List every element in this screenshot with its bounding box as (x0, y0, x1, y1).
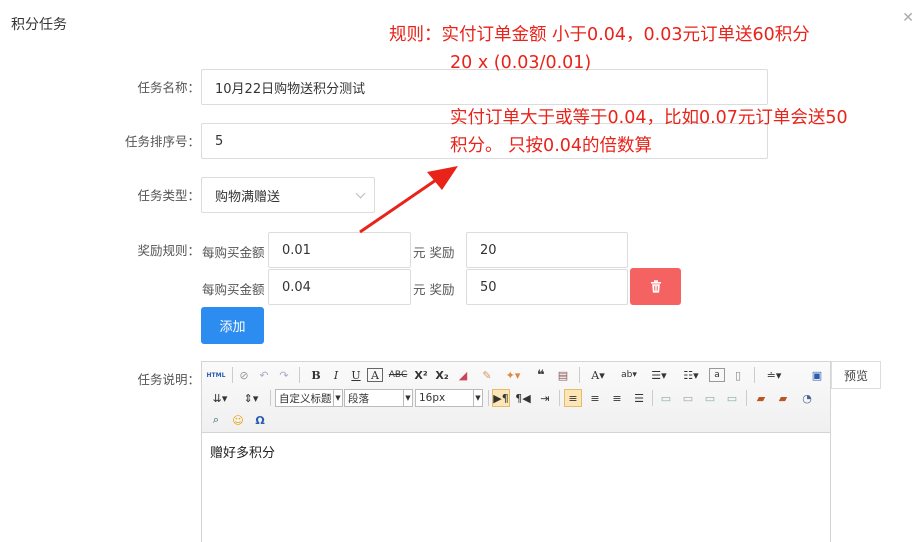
insert-image-icon[interactable]: ▰ (752, 389, 770, 407)
chevron-down-icon (355, 188, 366, 199)
font-color-icon[interactable]: A▾ (585, 366, 611, 384)
annotation-line-3: 实付订单大于或等于0.04，比如0.07元订单会送50 (450, 108, 848, 128)
rule-1-prefix: 每购买金额 (202, 245, 265, 260)
chevron-down-icon: ▼ (333, 390, 342, 406)
image-left-icon[interactable]: ▭ (679, 389, 697, 407)
link-icon[interactable]: ⊘ (235, 366, 253, 384)
line-height-icon[interactable]: ⇕▾ (237, 389, 265, 407)
align-center-icon[interactable]: ≡ (586, 389, 604, 407)
indent-icon[interactable]: ⇥ (536, 389, 554, 407)
editor-toolbar: HTML ⊘ ↶ ↷ B I U A ABC X² X₂ ◢ ✎ ✦▾ ❝ ▤ … (202, 362, 830, 433)
rule-2-amount-input[interactable]: 0.04 (268, 269, 411, 305)
ordered-list-icon[interactable]: ☰▾ (646, 366, 672, 384)
toolbar-divider (746, 390, 747, 406)
search-replace-icon[interactable]: ⌕ (207, 411, 225, 429)
annotation-line-2: 20 x (0.03/0.01) (450, 53, 592, 73)
image-none-icon[interactable]: ▭ (657, 389, 675, 407)
toolbar-divider (299, 367, 300, 383)
rule-1-amount-input[interactable]: 0.01 (268, 232, 411, 268)
rule-1-amount: 0.01 (282, 242, 311, 258)
rule-2-points: 50 (480, 279, 497, 295)
redo-icon[interactable]: ↷ (275, 366, 293, 384)
delete-rule-button[interactable] (630, 268, 681, 305)
rule-1-unit: 元 奖励 (413, 245, 455, 260)
task-name-value: 10月22日购物送积分测试 (215, 81, 366, 97)
emoticon-icon[interactable]: ☺ (229, 411, 247, 429)
auto-format-icon[interactable]: ✦▾ (500, 366, 526, 384)
toolbar-divider (652, 390, 653, 406)
superscript-icon[interactable]: X² (412, 366, 430, 384)
ltr-direction-icon[interactable]: ▶¶ (492, 389, 510, 407)
rule-1-points-input[interactable]: 20 (466, 232, 628, 268)
fullscreen-icon[interactable]: ▣ (808, 366, 826, 384)
annotation-line-4: 积分。 只按0.04的倍数算 (450, 136, 653, 156)
toolbar-divider (579, 367, 580, 383)
toolbar-divider (232, 367, 233, 383)
task-name-label: 任务名称： (137, 80, 200, 95)
paragraph-spacing-icon[interactable]: ⇊▾ (207, 389, 233, 407)
highlight-color-icon[interactable]: ab▾ (616, 366, 642, 384)
rule-1-points: 20 (480, 242, 497, 258)
blockquote-icon[interactable]: ❝ (532, 366, 550, 384)
rule-2-points-input[interactable]: 50 (466, 269, 628, 305)
chevron-down-icon: ▼ (403, 390, 412, 406)
add-rule-button[interactable]: 添加 (201, 307, 264, 344)
toolbar-divider (559, 390, 560, 406)
eraser-icon[interactable]: ◢ (454, 366, 472, 384)
undo-icon[interactable]: ↶ (255, 366, 273, 384)
row-spacing-icon[interactable]: ≐▾ (760, 366, 788, 384)
align-justify-icon[interactable]: ☰ (630, 389, 648, 407)
type-select[interactable]: 购物满赠送 (201, 177, 375, 213)
editor-content[interactable]: 赠好多积分 (210, 442, 275, 461)
toolbar-divider (270, 390, 271, 406)
reward-label: 奖励规则： (137, 243, 200, 258)
attachment-icon[interactable]: ◔ (798, 389, 816, 407)
desc-label: 任务说明： (137, 372, 200, 387)
heading-dropdown[interactable]: 自定义标题 ▼ (275, 389, 343, 407)
rule-2-amount: 0.04 (282, 279, 311, 295)
close-icon[interactable]: ✕ (902, 10, 914, 26)
paste-plain-icon[interactable]: ▤ (554, 366, 572, 384)
rich-text-editor[interactable]: HTML ⊘ ↶ ↷ B I U A ABC X² X₂ ◢ ✎ ✦▾ ❝ ▤ … (201, 361, 831, 542)
bold-icon[interactable]: B (308, 366, 324, 384)
multi-image-icon[interactable]: ▰ (774, 389, 792, 407)
type-label: 任务类型： (137, 188, 200, 203)
chevron-down-icon: ▼ (473, 390, 482, 406)
strikethrough-icon[interactable]: ABC (388, 366, 408, 384)
type-value: 购物满赠送 (215, 189, 281, 205)
dialog-title: 积分任务 (11, 17, 67, 33)
align-right-icon[interactable]: ≡ (608, 389, 626, 407)
rule-2-unit: 元 奖励 (413, 282, 455, 297)
heading-dropdown-value: 自定义标题 (279, 392, 332, 405)
border-text-icon[interactable]: A (367, 368, 383, 382)
image-right-icon[interactable]: ▭ (701, 389, 719, 407)
subscript-icon[interactable]: X₂ (433, 366, 451, 384)
toolbar-divider (488, 390, 489, 406)
select-all-icon[interactable]: a (709, 368, 725, 382)
sort-label: 任务排序号： (124, 134, 200, 149)
align-left-icon[interactable]: ≡ (564, 389, 582, 407)
source-html-icon[interactable]: HTML (205, 366, 227, 384)
underline-icon[interactable]: U (348, 366, 364, 384)
format-brush-icon[interactable]: ✎ (478, 366, 496, 384)
font-size-dropdown[interactable]: 16px ▼ (415, 389, 483, 407)
paragraph-dropdown-value: 段落 (348, 392, 369, 405)
trash-icon (650, 280, 661, 293)
preview-button[interactable]: 预览 (831, 361, 881, 389)
paragraph-dropdown[interactable]: 段落 ▼ (344, 389, 413, 407)
annotation-line-1: 规则：实付订单金额 小于0.04，0.03元订单送60积分 (389, 25, 810, 45)
italic-icon[interactable]: I (328, 366, 344, 384)
sort-value: 5 (215, 133, 224, 149)
rule-2-prefix: 每购买金额 (202, 282, 265, 297)
image-center-icon[interactable]: ▭ (723, 389, 741, 407)
rtl-direction-icon[interactable]: ¶◀ (514, 389, 532, 407)
clear-doc-icon[interactable]: ▯ (730, 366, 746, 384)
special-char-icon[interactable]: Ω (251, 411, 269, 429)
font-size-dropdown-value: 16px (419, 392, 446, 404)
toolbar-divider (754, 367, 755, 383)
unordered-list-icon[interactable]: ☷▾ (678, 366, 704, 384)
